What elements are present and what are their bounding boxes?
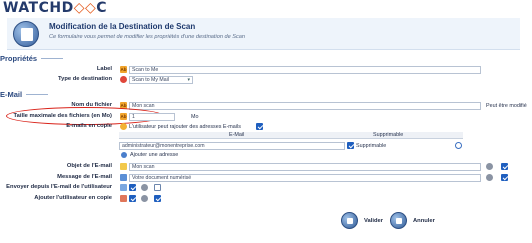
variables-icon[interactable] <box>486 163 493 170</box>
subject-input[interactable]: Mon scan <box>129 163 481 171</box>
max-size-input[interactable]: 1 <box>129 113 175 121</box>
section-properties: Propriétés <box>0 54 64 63</box>
grid-header: E-Mail Supprimable <box>119 132 463 139</box>
filename-hint: Peut être modifié <box>486 103 527 109</box>
delete-row-icon[interactable] <box>455 142 462 149</box>
add-user-cc-checkbox[interactable] <box>129 195 136 202</box>
destination-type-select[interactable]: Scan to My Mail ▾ <box>129 76 193 84</box>
send-from-user-label: Envoyer depuis l'E-mail de l'utilisateur <box>6 184 112 190</box>
page-title: Modification de la Destination de Scan <box>49 22 196 31</box>
message-input[interactable]: Votre document numérisé <box>129 174 481 182</box>
subject-label: Objet de l'E-mail <box>66 163 112 169</box>
cc-emails-text: L'utilisateur peut rajouter des adresses… <box>129 124 241 130</box>
cc-emails-checkbox[interactable] <box>256 123 263 130</box>
destination-type-label: Type de destination <box>57 76 112 82</box>
grid-col-email: E-Mail <box>229 132 245 138</box>
variables-icon[interactable] <box>141 184 148 191</box>
user-email-icon <box>120 184 127 191</box>
message-editable-checkbox[interactable] <box>501 174 508 181</box>
add-address-link[interactable]: Ajouter une adresse <box>130 152 178 158</box>
send-from-user-editable-checkbox[interactable] <box>154 184 161 191</box>
email-cc-icon <box>120 123 127 130</box>
message-icon <box>120 174 127 181</box>
deletable-label: Supprimable <box>356 143 387 149</box>
variables-icon[interactable] <box>141 195 148 202</box>
max-size-label: Taille maximale des fichiers (en Mo) <box>13 113 112 119</box>
label-input[interactable]: Scan to Me <box>129 66 481 74</box>
page-subtitle: Ce formulaire vous permet de modifier le… <box>49 34 246 40</box>
add-icon[interactable] <box>121 152 127 158</box>
text-field-icon: Ab <box>120 66 127 73</box>
cancel-button[interactable]: Annuler <box>390 212 435 229</box>
cc-emails-label: E-mails en copie <box>66 123 112 129</box>
chevron-down-icon: ▾ <box>187 77 190 83</box>
add-user-cc-label: Ajouter l'utilisateur en copie <box>34 195 112 201</box>
user-cc-icon <box>120 195 127 202</box>
section-email: E-Mail <box>0 90 49 99</box>
validate-button[interactable]: Valider <box>341 212 383 229</box>
grid-col-deletable: Supprimable <box>373 132 404 138</box>
destination-type-icon <box>120 76 127 83</box>
scan-destination-icon <box>13 21 39 47</box>
variables-icon[interactable] <box>486 174 493 181</box>
send-from-user-checkbox[interactable] <box>129 184 136 191</box>
cc-email-input[interactable]: administrateur@monentreprise.com <box>119 142 345 150</box>
page-header: Modification de la Destination de Scan C… <box>7 18 520 50</box>
envelope-icon <box>120 163 127 170</box>
subject-editable-checkbox[interactable] <box>501 163 508 170</box>
deletable-checkbox[interactable] <box>347 142 354 149</box>
logo-text: WATCHD◇◇C <box>3 0 108 16</box>
label-field-label: Label <box>96 66 112 72</box>
filename-input[interactable]: Mon scan <box>129 102 481 110</box>
text-field-icon: Ab <box>120 113 127 120</box>
validate-icon <box>341 212 358 229</box>
message-label: Message de l'E-mail <box>57 174 112 180</box>
max-size-unit: Mo <box>191 114 199 120</box>
add-user-cc-editable-checkbox[interactable] <box>154 195 161 202</box>
logo: WATCHD◇◇C <box>3 0 107 16</box>
cancel-icon <box>390 212 407 229</box>
